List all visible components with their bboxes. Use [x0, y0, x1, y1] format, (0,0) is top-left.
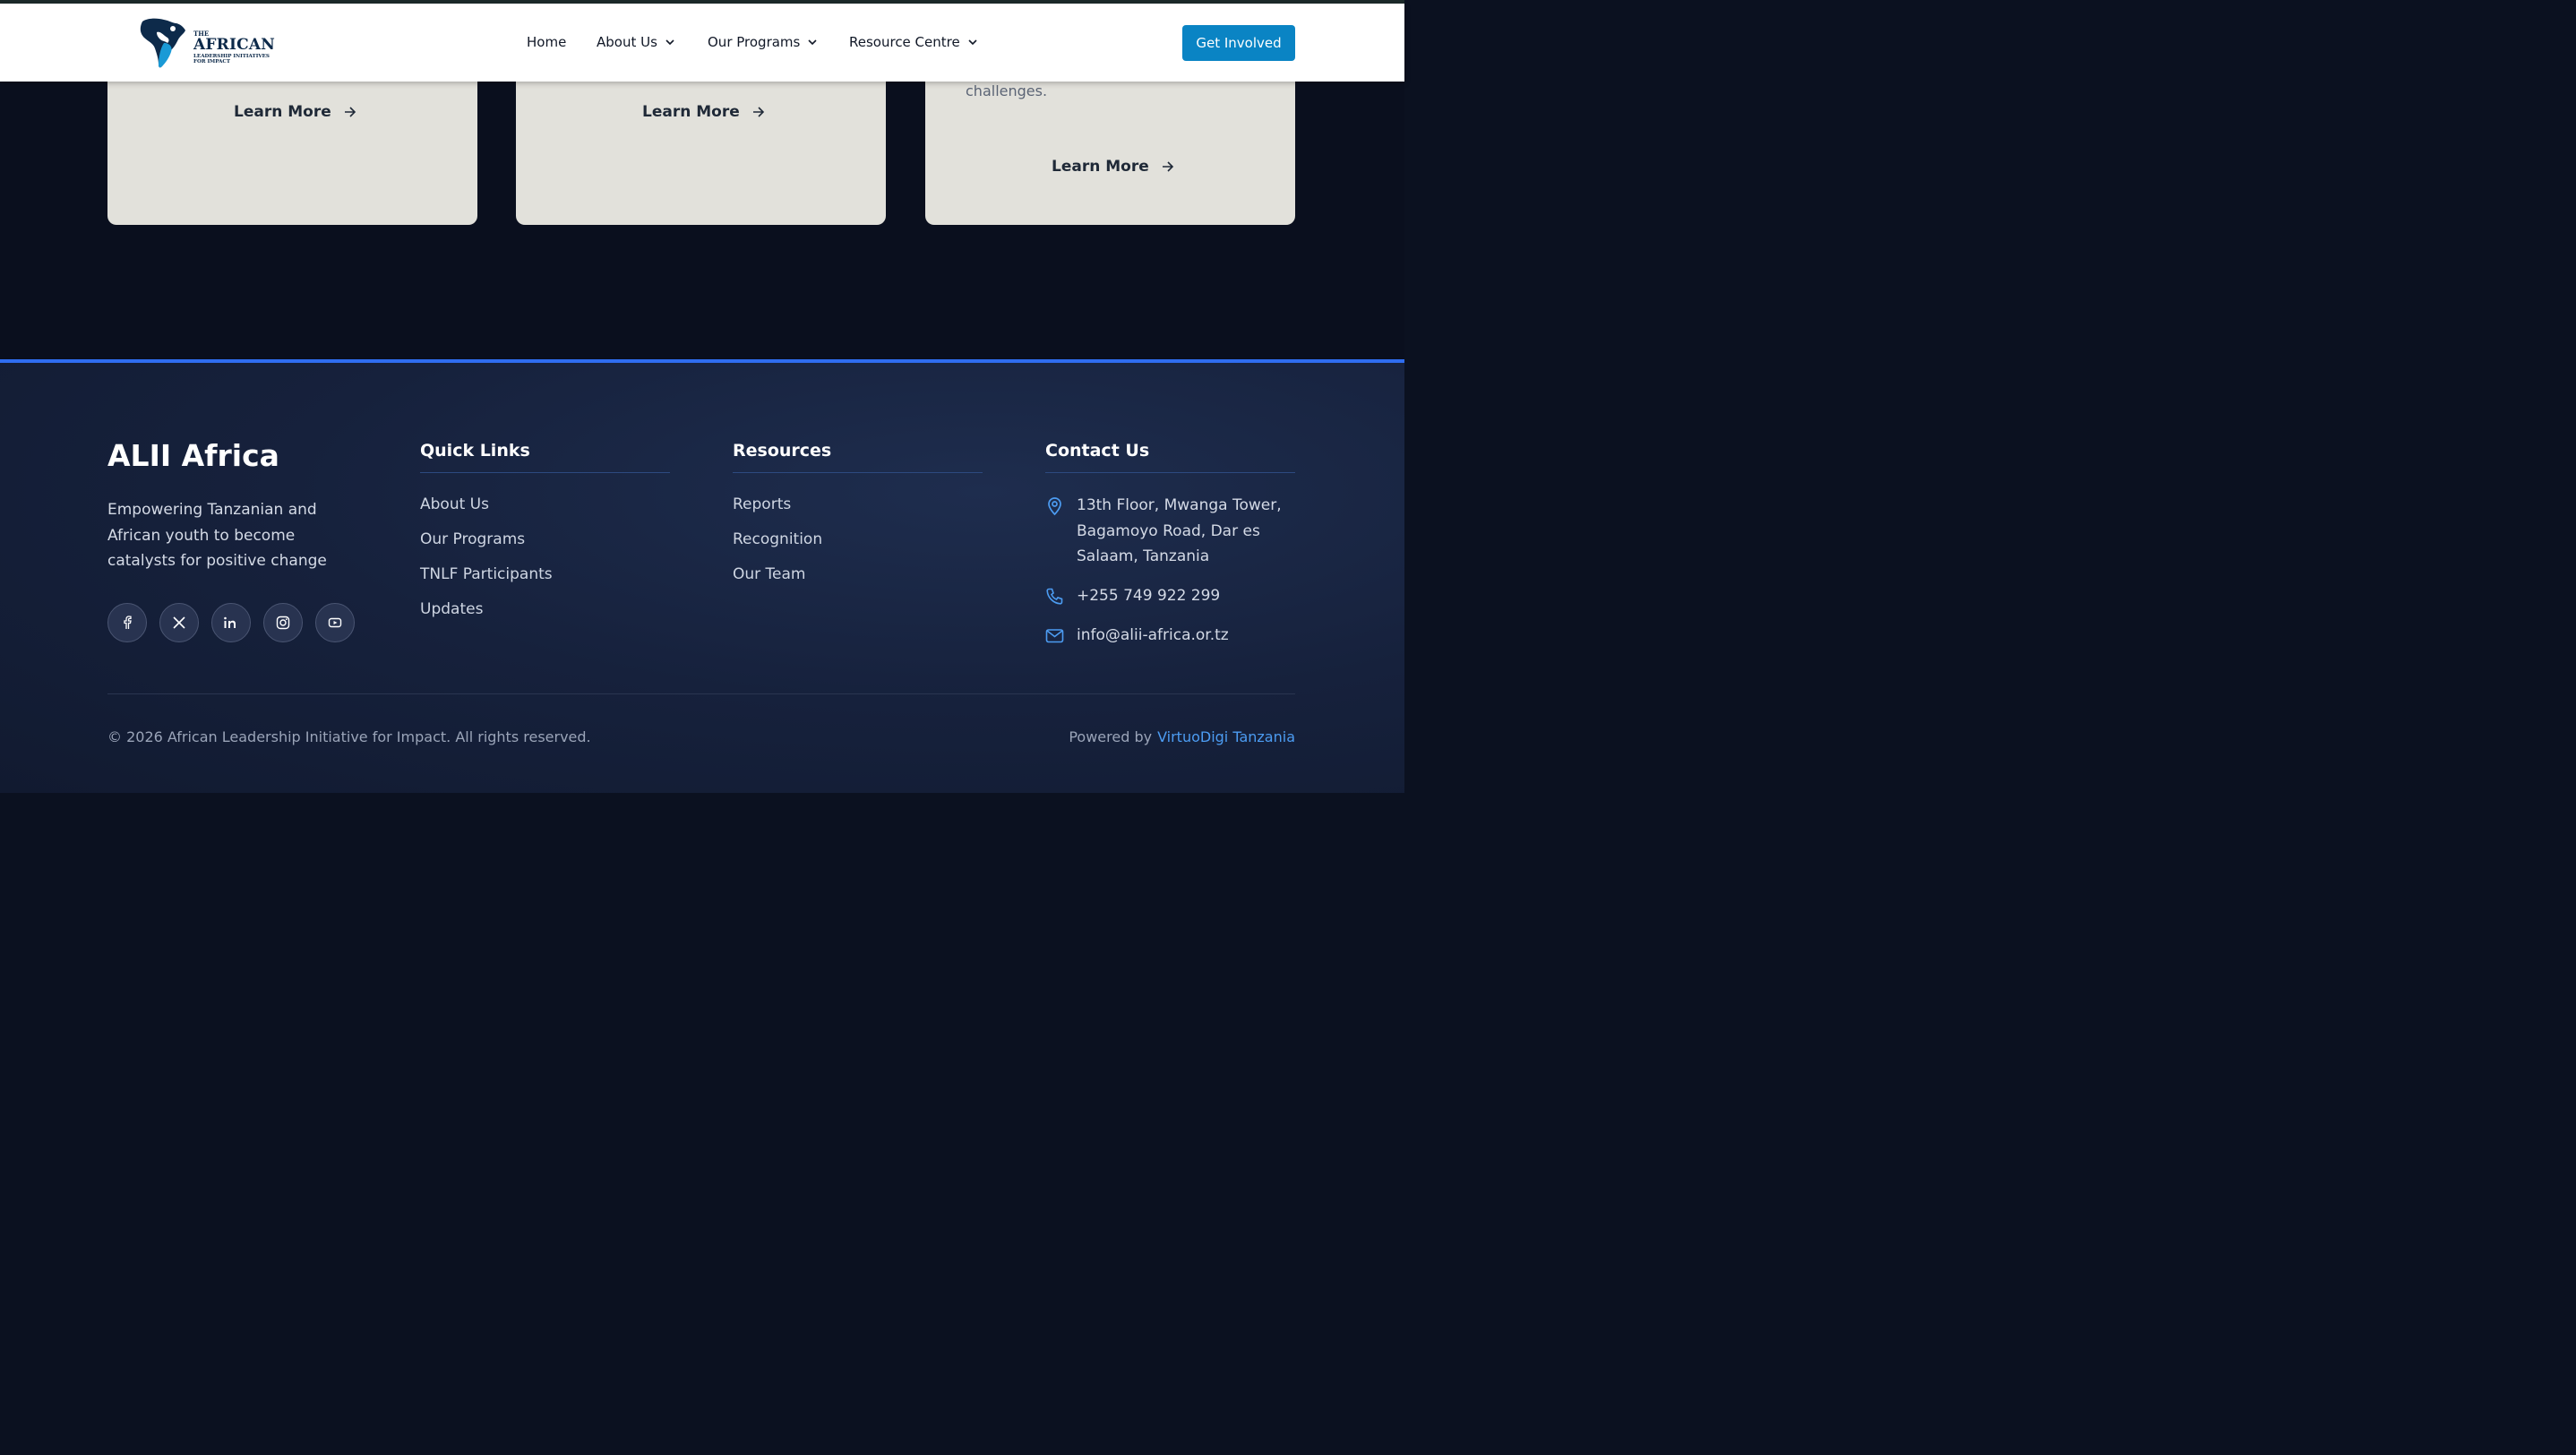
contact-email[interactable]: info@alii-africa.or.tz [1045, 623, 1229, 649]
mail-icon [1045, 629, 1064, 643]
learn-more-link[interactable]: Learn More [1052, 158, 1174, 176]
footer-link-our-programs[interactable]: Our Programs [420, 529, 553, 564]
nav-about-us-label: About Us [597, 34, 657, 50]
nav-home[interactable]: Home [527, 34, 566, 50]
get-involved-button[interactable]: Get Involved [1182, 25, 1295, 61]
footer-bottom-divider [107, 693, 1295, 694]
linkedin-icon [224, 616, 236, 628]
youtube-icon [328, 617, 342, 628]
site-logo[interactable]: THE AFRICAN LEADERSHIP INITIATIVES FOR I… [137, 16, 275, 70]
phone-icon [1046, 588, 1063, 605]
x-icon [173, 616, 185, 629]
nav-our-programs-label: Our Programs [708, 34, 801, 50]
nav-our-programs[interactable]: Our Programs [708, 34, 818, 50]
linkedin-link[interactable] [211, 603, 251, 642]
footer-link-updates[interactable]: Updates [420, 599, 553, 634]
resources-list: Reports Recognition Our Team [733, 495, 822, 599]
powered-by-label: Powered by [1069, 728, 1153, 745]
quick-links-list: About Us Our Programs TNLF Participants … [420, 495, 553, 634]
quick-links-title: Quick Links [420, 441, 530, 461]
quick-links-divider [420, 472, 670, 473]
footer-link-about-us[interactable]: About Us [420, 495, 553, 529]
virtuodigi-link[interactable]: VirtuoDigi Tanzania [1157, 728, 1295, 745]
chevron-down-icon [665, 39, 674, 46]
site-header: THE AFRICAN LEADERSHIP INITIATIVES FOR I… [0, 4, 1404, 82]
logo-subtitle-2: FOR IMPACT [193, 58, 231, 65]
learn-more-link[interactable]: Learn More [234, 103, 356, 121]
contact-phone[interactable]: +255 749 922 299 [1045, 583, 1220, 609]
social-links [107, 603, 355, 642]
email-text: info@alii-africa.or.tz [1077, 626, 1229, 644]
contact-title: Contact Us [1045, 441, 1150, 461]
contact-divider [1045, 472, 1295, 473]
contact-address: 13th Floor, Mwanga Tower, Bagamoyo Road,… [1045, 493, 1292, 570]
program-card: Learn More [107, 73, 477, 225]
learn-more-label: Learn More [642, 103, 740, 121]
africa-map-icon [140, 18, 185, 68]
location-pin-icon [1048, 497, 1061, 516]
programs-cards-section: Learn More Learn More challenges. Learn … [0, 73, 1404, 359]
footer-link-our-team[interactable]: Our Team [733, 564, 822, 599]
footer-link-reports[interactable]: Reports [733, 495, 822, 529]
footer-tagline: Empowering Tanzanian and African youth t… [107, 501, 327, 570]
footer-brand: ALII Africa [107, 438, 279, 473]
chevron-down-icon [968, 39, 977, 46]
learn-more-label: Learn More [1052, 158, 1149, 176]
resources-divider [733, 472, 983, 473]
learn-more-link[interactable]: Learn More [642, 103, 765, 121]
arrow-right-icon [344, 107, 356, 117]
arrow-right-icon [1162, 161, 1173, 172]
chevron-down-icon [808, 39, 817, 46]
instagram-link[interactable] [263, 603, 303, 642]
logo-african: AFRICAN [193, 36, 275, 54]
card-description: challenges. [966, 82, 1048, 99]
learn-more-label: Learn More [234, 103, 331, 121]
facebook-icon [124, 616, 132, 629]
nav-resource-centre-label: Resource Centre [849, 34, 960, 50]
facebook-link[interactable] [107, 603, 147, 642]
footer-link-recognition[interactable]: Recognition [733, 529, 822, 564]
instagram-icon [276, 616, 290, 630]
site-footer: ALII Africa Empowering Tanzanian and Afr… [0, 363, 1404, 793]
footer-link-tnlf-participants[interactable]: TNLF Participants [420, 564, 553, 599]
nav-resource-centre[interactable]: Resource Centre [849, 34, 978, 50]
resources-title: Resources [733, 441, 832, 461]
address-text: 13th Floor, Mwanga Tower, Bagamoyo Road,… [1077, 496, 1282, 565]
nav-about-us[interactable]: About Us [597, 34, 675, 50]
phone-text: +255 749 922 299 [1077, 587, 1221, 605]
program-card: challenges. Learn More [925, 73, 1295, 225]
nav-home-label: Home [527, 34, 567, 50]
copyright-text: © 2026 African Leadership Initiative for… [107, 728, 591, 745]
program-card: Learn More [516, 73, 886, 225]
youtube-link[interactable] [315, 603, 355, 642]
powered-by: Powered by VirtuoDigi Tanzania [1069, 728, 1295, 745]
x-link[interactable] [159, 603, 199, 642]
arrow-right-icon [752, 107, 764, 117]
